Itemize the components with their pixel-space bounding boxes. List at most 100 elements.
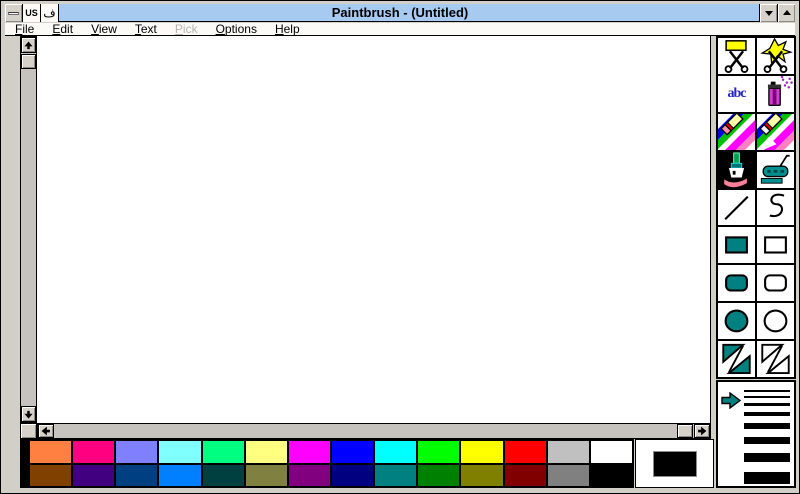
tool-pick-free[interactable] [757,38,794,74]
tool-palette: abc [716,36,796,379]
tool-curve[interactable] [757,189,794,226]
palette-column-8 [331,441,374,486]
color-swatch-8080ff[interactable] [116,441,158,463]
vertical-scrollbar[interactable] [20,36,37,423]
color-swatch-ff00ff[interactable] [288,441,330,463]
palette-column-1 [30,441,72,486]
menu-view[interactable]: View [82,22,126,36]
color-swatch-008000[interactable] [418,464,460,486]
menu-text[interactable]: Text [126,22,166,36]
window-title: Paintbrush - (Untitled) [331,5,469,20]
line-width-option-4[interactable] [744,412,790,416]
tool-box-filled[interactable] [718,227,755,264]
tool-rounded-box-filled[interactable] [718,265,755,302]
line-width-option-2[interactable] [744,396,790,398]
line-width-option-3[interactable] [744,403,790,406]
palette-column-13 [547,441,589,486]
drawing-canvas[interactable] [37,36,711,423]
scrollbar-corner [20,423,37,439]
tool-pick-rect[interactable] [718,38,755,74]
line-width-selector[interactable] [716,380,796,488]
vertical-scroll-thumb[interactable] [21,54,36,69]
tool-polygon[interactable] [757,341,794,377]
menu-edit[interactable]: Edit [43,22,82,36]
tool-circle-filled[interactable] [718,303,755,340]
color-swatch-00ff00[interactable] [418,441,460,463]
color-swatch-ff8040[interactable] [30,441,72,463]
line-width-selection-arrow-icon [721,391,742,414]
keyboard-layout-arabic-button[interactable]: ف [41,4,59,22]
scroll-right-button[interactable] [694,424,710,438]
tool-box[interactable] [757,227,794,264]
line-width-option-6[interactable] [744,437,790,444]
line-width-option-8[interactable] [744,472,790,484]
tool-brush[interactable] [718,151,755,188]
tool-color-eraser[interactable] [718,113,755,150]
maximize-button[interactable] [777,4,795,22]
palette-column-2 [73,441,115,486]
color-swatch-808000[interactable] [461,464,503,486]
line-width-option-5[interactable] [744,423,790,429]
tool-eraser[interactable] [757,113,794,150]
right-arrow-icon [698,426,707,436]
color-swatch-804000[interactable] [30,464,72,486]
text-tool-label: abc [727,85,747,101]
paintbrush-window: { "window": { "title": "Paintbrush - (Un… [0,0,800,494]
color-swatch-00ff80[interactable] [202,441,244,463]
horizontal-scroll-thumb[interactable] [677,424,693,438]
menu-file[interactable]: File [6,22,43,36]
horizontal-scrollbar[interactable] [37,423,711,439]
minimize-arrow-icon [764,11,773,16]
up-arrow-icon [24,40,33,49]
tool-rounded-box[interactable] [757,265,794,302]
color-swatch-ffff80[interactable] [245,441,287,463]
menu-help[interactable]: Help [266,22,309,36]
color-swatch-400080[interactable] [73,464,115,486]
color-swatch-008080[interactable] [375,464,417,486]
minimize-button[interactable] [759,4,777,22]
keyboard-layout-us-button[interactable]: US [23,4,41,22]
color-swatch-ff0000[interactable] [504,441,546,463]
color-swatch-ffffff[interactable] [590,441,632,463]
color-swatch-00ffff[interactable] [375,441,417,463]
tool-polygon-filled[interactable] [718,341,755,377]
current-color-indicator [635,439,714,488]
color-swatch-ffff00[interactable] [461,441,503,463]
color-swatch-808040[interactable] [245,464,287,486]
color-swatch-808080[interactable] [547,464,589,486]
color-swatch-ff0080[interactable] [73,441,115,463]
palette-column-6 [245,441,287,486]
tool-roller[interactable] [757,151,794,188]
line-width-options [744,390,790,494]
color-swatch-000000[interactable] [590,464,632,486]
scroll-left-button[interactable] [38,424,54,438]
title-bar[interactable]: US ف Paintbrush - (Untitled) [5,4,795,22]
color-swatch-80ffff[interactable] [159,441,201,463]
maximize-arrow-icon [782,10,791,15]
color-swatch-0000ff[interactable] [331,441,374,463]
color-swatch-c0c0c0[interactable] [547,441,589,463]
menu-options[interactable]: Options [207,22,266,36]
tool-circle[interactable] [757,303,794,340]
palette-column-3 [116,441,158,486]
left-arrow-icon [41,426,50,436]
tool-text[interactable]: abc [718,75,755,112]
menu-bar: File Edit View Text Pick Options Help [5,22,795,36]
line-width-option-1-selected[interactable] [744,390,790,392]
tool-line[interactable] [718,189,755,226]
scroll-up-button[interactable] [21,37,36,53]
palette-column-12 [504,441,546,486]
color-swatch-004080[interactable] [116,464,158,486]
line-width-option-7[interactable] [744,453,790,462]
tool-airbrush[interactable] [757,75,794,112]
color-swatch-004040[interactable] [202,464,244,486]
control-menu-button[interactable] [5,4,23,22]
control-menu-dash-icon [8,11,19,15]
palette-column-10 [418,441,460,486]
color-swatch-0080ff[interactable] [159,464,201,486]
color-swatch-800000[interactable] [504,464,546,486]
palette-column-9 [375,441,417,486]
color-swatch-800080[interactable] [288,464,330,486]
scroll-down-button[interactable] [21,406,36,422]
color-swatch-000080[interactable] [331,464,374,486]
